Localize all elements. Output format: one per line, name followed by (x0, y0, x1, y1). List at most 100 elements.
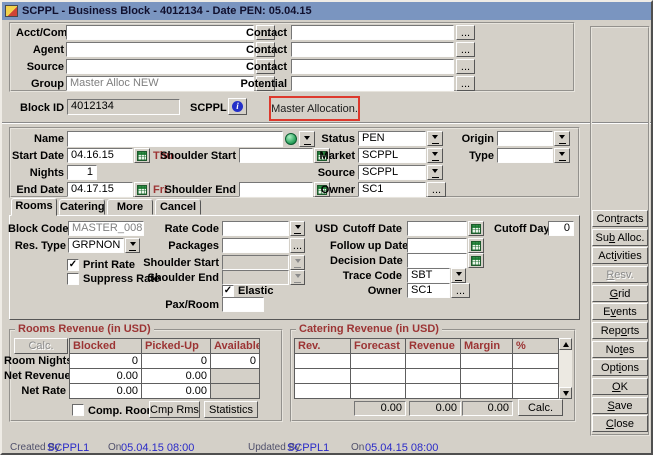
decision-date-field[interactable] (407, 253, 467, 268)
packages-lookup-button[interactable]: ... (290, 238, 305, 253)
contact3-field[interactable] (291, 59, 454, 74)
trace-code-dropdown-button[interactable] (451, 268, 466, 283)
contact1-field[interactable] (291, 25, 454, 40)
scroll-up-button[interactable] (559, 338, 572, 350)
contracts-button[interactable]: Contracts (592, 210, 648, 227)
sub-alloc-button[interactable]: Sub Alloc. (592, 229, 648, 246)
reports-button[interactable]: Reports (592, 322, 648, 339)
acctcom-field[interactable] (66, 25, 254, 40)
events-button[interactable]: Events (592, 303, 648, 320)
source2-dropdown-button[interactable] (427, 165, 443, 180)
owner-lookup-button[interactable]: ... (427, 182, 446, 197)
packages-field[interactable] (222, 238, 289, 253)
ellipsis-icon: ... (461, 78, 470, 90)
tab-more[interactable]: More (107, 199, 153, 215)
tab-catering[interactable]: Catering (59, 199, 105, 215)
cat-cell (350, 383, 406, 399)
cat-cell (460, 383, 513, 399)
cat-cell (460, 353, 513, 369)
cat-cell (512, 368, 559, 384)
res-type-field[interactable]: GRPNON (68, 238, 124, 253)
cat-cell (350, 353, 406, 369)
ellipsis-icon: ... (461, 27, 470, 39)
rooms-col-available: Available (210, 338, 260, 354)
notes-button[interactable]: Notes (592, 341, 648, 358)
tab-owner-field[interactable]: SC1 (407, 283, 450, 298)
tab-shoulder-end-label: Shoulder End (142, 272, 219, 285)
statistics-button[interactable]: Statistics (204, 401, 258, 418)
contact2-field[interactable] (291, 42, 454, 57)
net-rate-pickedup: 0.00 (141, 383, 211, 399)
cat-cell (512, 353, 559, 369)
rooms-col-blocked: Blocked (69, 338, 142, 354)
cat-cell (512, 383, 559, 399)
origin-dropdown-button[interactable] (554, 131, 570, 146)
tab-cancel[interactable]: Cancel (155, 199, 201, 215)
type-dropdown-button[interactable] (554, 148, 570, 163)
nights-field[interactable]: 1 (67, 165, 97, 180)
cat-cell (294, 368, 351, 384)
net-revenue-available (210, 368, 260, 384)
trace-code-field[interactable]: SBT (407, 268, 450, 283)
cat-total-revenue: 0.00 (409, 401, 461, 416)
name-dropdown-button[interactable] (299, 131, 315, 147)
agent-field[interactable] (66, 42, 254, 57)
potential-field[interactable] (291, 76, 454, 91)
end-date-calendar-button[interactable] (134, 182, 150, 197)
pax-room-field[interactable] (222, 297, 264, 312)
follow-up-field[interactable] (407, 238, 467, 253)
contact3-lookup-button[interactable]: ... (456, 59, 475, 74)
net-rate-blocked: 0.00 (69, 383, 142, 399)
status-field[interactable]: PEN (358, 131, 426, 146)
block-id-label: Block ID (20, 102, 64, 115)
ok-button[interactable]: OK (592, 378, 648, 395)
close-button[interactable]: Close (592, 415, 648, 432)
owner-field[interactable]: SC1 (358, 182, 426, 197)
shoulder-end-field[interactable] (239, 182, 313, 197)
print-rate-checkbox[interactable] (67, 259, 79, 271)
start-date-calendar-button[interactable] (134, 148, 150, 163)
potential-lookup-button[interactable]: ... (456, 76, 475, 91)
market-field[interactable]: SCPPL (358, 148, 426, 163)
cutoff-date-field[interactable] (407, 221, 467, 236)
catering-calc-button[interactable]: Calc. (518, 399, 563, 416)
comp-rooms-checkbox[interactable] (72, 404, 84, 416)
app-icon (5, 5, 18, 17)
status-dropdown-button[interactable] (427, 131, 443, 146)
elastic-checkbox[interactable] (222, 285, 234, 297)
name-field[interactable] (67, 131, 283, 147)
cmp-rms-button[interactable]: Cmp Rms (149, 401, 200, 418)
resv-button: Resv. (592, 266, 648, 283)
chevron-down-icon (432, 152, 438, 159)
start-date-field[interactable]: 04.16.15 (67, 148, 133, 163)
rate-code-dropdown-button[interactable] (290, 221, 305, 236)
contact1-lookup-button[interactable]: ... (456, 25, 475, 40)
cutoff-date-label: Cutoff Date (338, 223, 402, 236)
globe-icon[interactable] (285, 133, 297, 145)
rate-code-field[interactable] (222, 221, 289, 236)
catering-revenue-title: Catering Revenue (in USD) (296, 323, 442, 335)
source-field[interactable] (66, 59, 254, 74)
source2-field[interactable]: SCPPL (358, 165, 426, 180)
origin-field[interactable] (497, 131, 553, 146)
options-button[interactable]: Options (592, 359, 648, 376)
contact2-lookup-button[interactable]: ... (456, 42, 475, 57)
type-field[interactable] (497, 148, 553, 163)
property-code-label: SCPPL (190, 102, 227, 115)
grid-button[interactable]: Grid (592, 285, 648, 302)
res-type-dropdown-button[interactable] (125, 238, 140, 253)
save-button[interactable]: Save (592, 397, 648, 414)
scroll-down-button[interactable] (559, 387, 572, 399)
decision-date-calendar-button[interactable] (468, 253, 484, 268)
activities-button[interactable]: Activities (592, 247, 648, 264)
cutoff-date-calendar-button[interactable] (468, 221, 484, 236)
end-date-field[interactable]: 04.17.15 (67, 182, 133, 197)
cutoff-days-field[interactable]: 0 (548, 221, 574, 236)
tab-rooms[interactable]: Rooms (11, 198, 57, 216)
tab-owner-lookup-button[interactable]: ... (451, 283, 470, 298)
shoulder-start-field[interactable] (239, 148, 313, 163)
follow-up-calendar-button[interactable] (468, 238, 484, 253)
market-dropdown-button[interactable] (427, 148, 443, 163)
info-button[interactable]: i (228, 98, 247, 115)
suppress-rate-checkbox[interactable] (67, 273, 79, 285)
